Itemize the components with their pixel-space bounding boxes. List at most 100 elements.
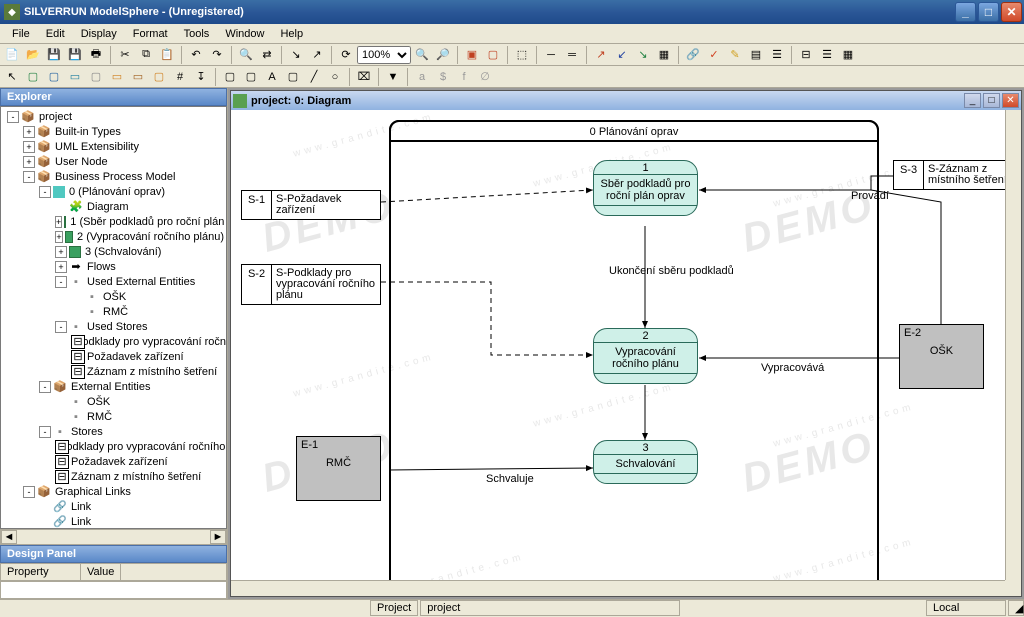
saveall-icon[interactable]: 💾 [65, 45, 85, 65]
tree-item[interactable]: ▪OŠK [1, 394, 226, 409]
tree-item[interactable]: +📦User Node [1, 154, 226, 169]
box6-icon[interactable]: ▭ [128, 67, 148, 87]
tree-expander-icon[interactable]: - [39, 426, 51, 438]
new-icon[interactable]: 📄 [2, 45, 22, 65]
maximize-button[interactable]: □ [978, 2, 999, 22]
tree-item[interactable]: ▪RMČ [1, 409, 226, 424]
tree-item[interactable]: -📦project [1, 109, 226, 124]
tree-expander-icon[interactable]: - [23, 171, 35, 183]
dollar-icon[interactable]: $ [433, 67, 453, 87]
tree-item[interactable]: -📦Business Process Model [1, 169, 226, 184]
zoomin-icon[interactable]: 🔍 [412, 45, 432, 65]
box3-icon[interactable]: ▭ [65, 67, 85, 87]
tree-item[interactable]: -▪Used Stores [1, 319, 226, 334]
tree-expander-icon[interactable]: + [55, 231, 63, 243]
col-value[interactable]: Value [81, 564, 121, 580]
expand-icon[interactable]: ↗ [307, 45, 327, 65]
tree-expander-icon[interactable]: + [55, 246, 67, 258]
paste-icon[interactable]: 📋 [157, 45, 177, 65]
shape2-icon[interactable]: ▢ [241, 67, 261, 87]
tree-expander-icon[interactable]: - [7, 111, 19, 123]
line1-icon[interactable]: ─ [541, 45, 561, 65]
minimize-button[interactable]: _ [955, 2, 976, 22]
diagram-min-button[interactable]: _ [964, 93, 981, 108]
tree-expander-icon[interactable]: - [39, 186, 51, 198]
arrow-d-icon[interactable]: ↘ [633, 45, 653, 65]
tree-item[interactable]: +1 (Sběr podkladů pro roční plán opr... [1, 214, 226, 229]
menu-window[interactable]: Window [217, 26, 272, 42]
entity-e2[interactable]: E-2 OŠK [899, 324, 984, 389]
box-tool-icon[interactable]: ▦ [654, 45, 674, 65]
oval-icon[interactable]: ○ [325, 67, 345, 87]
entity-e1[interactable]: E-1 RMČ [296, 436, 381, 501]
save-icon[interactable]: 💾 [44, 45, 64, 65]
tree-item[interactable]: ⊟Podklady pro vypracování ročního p [1, 439, 226, 454]
tree-expander-icon[interactable] [39, 516, 51, 528]
copy-icon[interactable]: ⧉ [136, 45, 156, 65]
zoomout-icon[interactable]: 🔎 [433, 45, 453, 65]
tree-expander-icon[interactable] [71, 291, 83, 303]
box5-icon[interactable]: ▭ [107, 67, 127, 87]
downarr-icon[interactable]: ↧ [191, 67, 211, 87]
diagram-titlebar[interactable]: project: 0: Diagram _ □ ✕ [231, 91, 1021, 110]
tree-item[interactable]: ▪RMČ [1, 304, 226, 319]
tree-item[interactable]: 🧩Diagram [1, 199, 226, 214]
tool-b-icon[interactable]: ▢ [483, 45, 503, 65]
tree-item[interactable]: +📦Built-in Types [1, 124, 226, 139]
tree-item[interactable]: -📦External Entities [1, 379, 226, 394]
tree-item[interactable]: +📦UML Extensibility [1, 139, 226, 154]
stack-icon[interactable]: ▤ [746, 45, 766, 65]
replace-icon[interactable]: ⇄ [257, 45, 277, 65]
process-node-1[interactable]: 1 Sběr podkladů pro roční plán oprav [593, 160, 698, 216]
diagram-vscroll[interactable] [1005, 110, 1021, 580]
f-icon[interactable]: f [454, 67, 474, 87]
collapse-icon[interactable]: ↘ [286, 45, 306, 65]
store-s3[interactable]: S-3 S-Záznam z místního šetření [893, 160, 1021, 190]
tree-expander-icon[interactable]: - [55, 276, 67, 288]
process-node-2[interactable]: 2 Vypracování ročního plánu [593, 328, 698, 384]
print-icon[interactable]: 🖶 [86, 45, 106, 65]
explorer-tree[interactable]: -📦project+📦Built-in Types+📦UML Extensibi… [0, 106, 227, 529]
tree-expander-icon[interactable]: + [23, 126, 35, 138]
scroll-right-icon[interactable]: ► [210, 530, 226, 544]
tree-expander-icon[interactable] [71, 306, 83, 318]
empty-icon[interactable]: ∅ [475, 67, 495, 87]
list2-icon[interactable]: ☰ [817, 45, 837, 65]
line2-icon[interactable]: ═ [562, 45, 582, 65]
tree-expander-icon[interactable]: - [55, 321, 67, 333]
list1-icon[interactable]: ⊟ [796, 45, 816, 65]
tree-item[interactable]: +➡Flows [1, 259, 226, 274]
menu-display[interactable]: Display [73, 26, 125, 42]
box1-icon[interactable]: ▢ [23, 67, 43, 87]
diagram-canvas[interactable]: DEMO DEMO DEMO DEMO www.grandite.com www… [231, 110, 1005, 580]
undo-icon[interactable]: ↶ [186, 45, 206, 65]
check-icon[interactable]: ✓ [704, 45, 724, 65]
scroll-left-icon[interactable]: ◄ [1, 530, 17, 544]
arrow-r-icon[interactable]: ↗ [591, 45, 611, 65]
store-s1[interactable]: S-1 S-Požadavek zařízení [241, 190, 381, 220]
pencil-icon[interactable]: ✎ [725, 45, 745, 65]
tree-expander-icon[interactable]: - [39, 381, 51, 393]
cut-icon[interactable]: ✂ [115, 45, 135, 65]
arrow-l-icon[interactable]: ↙ [612, 45, 632, 65]
tree-item[interactable]: ⊟Požadavek zařízení [1, 454, 226, 469]
tree-expander-icon[interactable]: + [55, 216, 62, 228]
menu-edit[interactable]: Edit [38, 26, 73, 42]
grid2-icon[interactable]: # [170, 67, 190, 87]
store-s2[interactable]: S-2 S-Podklady pro vypracování ročního p… [241, 264, 381, 305]
status-grip-icon[interactable]: ◢ [1008, 600, 1024, 616]
zoom-select[interactable]: 100% [357, 46, 411, 64]
tree-item[interactable]: ⊟Záznam z místního šetření [1, 364, 226, 379]
tree-item[interactable]: 🔗Link [1, 499, 226, 514]
grid-icon[interactable]: ▦ [838, 45, 858, 65]
tree-item[interactable]: +3 (Schvalování) [1, 244, 226, 259]
layout-icon[interactable]: ⬚ [512, 45, 532, 65]
diagram-close-button[interactable]: ✕ [1002, 93, 1019, 108]
tree-expander-icon[interactable] [55, 396, 67, 408]
diag-icon[interactable]: ╱ [304, 67, 324, 87]
box7-icon[interactable]: ▢ [149, 67, 169, 87]
box2-icon[interactable]: ▢ [44, 67, 64, 87]
explorer-hscroll[interactable]: ◄ ► [0, 529, 227, 545]
menu-format[interactable]: Format [125, 26, 176, 42]
redo-icon[interactable]: ↷ [207, 45, 227, 65]
